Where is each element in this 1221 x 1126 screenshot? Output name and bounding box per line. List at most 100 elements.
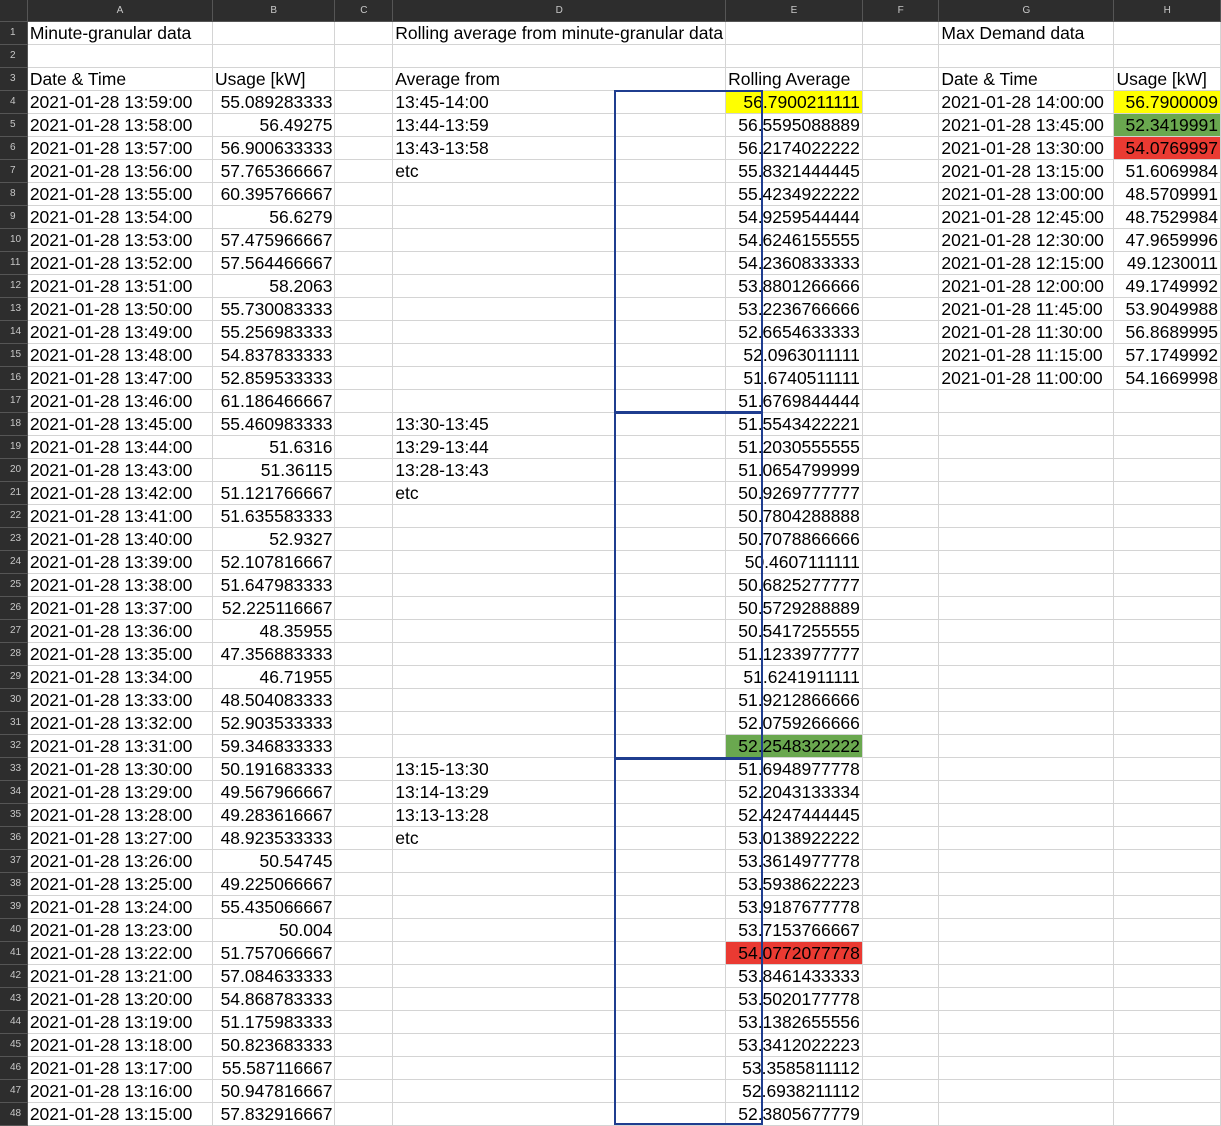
cell-c4[interactable]	[334, 90, 394, 114]
row-header[interactable]: 35	[0, 803, 28, 827]
cell-e46[interactable]: 53.3585811112	[725, 1056, 863, 1080]
cell-b29[interactable]: 46.71955	[212, 665, 336, 689]
cell-a30[interactable]: 2021-01-28 13:33:00	[27, 688, 214, 712]
cell-g48[interactable]	[938, 1102, 1115, 1126]
row-header[interactable]: 34	[0, 780, 28, 804]
cell-h16[interactable]: 54.1669998	[1113, 366, 1221, 390]
cell-e8[interactable]: 55.4234922222	[725, 182, 863, 206]
cell-h17[interactable]	[1113, 389, 1221, 413]
cell-e15[interactable]: 52.0963011111	[725, 343, 863, 367]
cell-g24[interactable]	[938, 550, 1115, 574]
cell-b32[interactable]: 59.346833333	[212, 734, 336, 758]
cell-a31[interactable]: 2021-01-28 13:32:00	[27, 711, 214, 735]
cell-f18[interactable]	[862, 412, 940, 436]
column-header-g[interactable]: G	[938, 0, 1115, 22]
cell-h19[interactable]	[1113, 435, 1221, 459]
cell-f39[interactable]	[862, 895, 940, 919]
cell-e43[interactable]: 53.5020177778	[725, 987, 863, 1011]
row-header[interactable]: 10	[0, 228, 28, 252]
cell-f8[interactable]	[862, 182, 940, 206]
cell-g9[interactable]: 2021-01-28 12:45:00	[938, 205, 1115, 229]
column-header-b[interactable]: B	[212, 0, 336, 22]
cell-g36[interactable]	[938, 826, 1115, 850]
cell-g45[interactable]	[938, 1033, 1115, 1057]
cell-h38[interactable]	[1113, 872, 1221, 896]
cell-c14[interactable]	[334, 320, 394, 344]
row-header[interactable]: 20	[0, 458, 28, 482]
cell-h20[interactable]	[1113, 458, 1221, 482]
cell-e18[interactable]: 51.5543422221	[725, 412, 863, 436]
cell-h24[interactable]	[1113, 550, 1221, 574]
cell-g15[interactable]: 2021-01-28 11:15:00	[938, 343, 1115, 367]
cell-b3[interactable]: Usage [kW]	[212, 67, 336, 91]
cell-d44[interactable]	[392, 1010, 727, 1034]
cell-d19[interactable]: 13:29-13:44	[392, 435, 727, 459]
cell-f26[interactable]	[862, 596, 940, 620]
cell-g22[interactable]	[938, 504, 1115, 528]
cell-d41[interactable]	[392, 941, 727, 965]
cell-f29[interactable]	[862, 665, 940, 689]
cell-e13[interactable]: 53.2236766666	[725, 297, 863, 321]
cell-d39[interactable]	[392, 895, 727, 919]
cell-f11[interactable]	[862, 251, 940, 275]
row-header[interactable]: 28	[0, 642, 28, 666]
cell-d26[interactable]	[392, 596, 727, 620]
cell-e20[interactable]: 51.0654799999	[725, 458, 863, 482]
cell-g2[interactable]	[938, 44, 1115, 68]
row-header[interactable]: 47	[0, 1079, 28, 1103]
cell-f43[interactable]	[862, 987, 940, 1011]
row-header[interactable]: 24	[0, 550, 28, 574]
cell-e35[interactable]: 52.4247444445	[725, 803, 863, 827]
cell-d13[interactable]	[392, 297, 727, 321]
cell-c26[interactable]	[334, 596, 394, 620]
cell-e45[interactable]: 53.3412022223	[725, 1033, 863, 1057]
row-header[interactable]: 4	[0, 90, 28, 114]
cell-c23[interactable]	[334, 527, 394, 551]
row-header[interactable]: 14	[0, 320, 28, 344]
cell-g14[interactable]: 2021-01-28 11:30:00	[938, 320, 1115, 344]
cell-h32[interactable]	[1113, 734, 1221, 758]
cell-b40[interactable]: 50.004	[212, 918, 336, 942]
cell-g26[interactable]	[938, 596, 1115, 620]
cell-c13[interactable]	[334, 297, 394, 321]
cell-c41[interactable]	[334, 941, 394, 965]
cell-a44[interactable]: 2021-01-28 13:19:00	[27, 1010, 214, 1034]
cell-a19[interactable]: 2021-01-28 13:44:00	[27, 435, 214, 459]
cell-h8[interactable]: 48.5709991	[1113, 182, 1221, 206]
cell-e33[interactable]: 51.6948977778	[725, 757, 863, 781]
row-header[interactable]: 8	[0, 182, 28, 206]
cell-c30[interactable]	[334, 688, 394, 712]
cell-e26[interactable]: 50.5729288889	[725, 596, 863, 620]
cell-f33[interactable]	[862, 757, 940, 781]
cell-f31[interactable]	[862, 711, 940, 735]
cell-a36[interactable]: 2021-01-28 13:27:00	[27, 826, 214, 850]
cell-c27[interactable]	[334, 619, 394, 643]
cell-f37[interactable]	[862, 849, 940, 873]
cell-b9[interactable]: 56.6279	[212, 205, 336, 229]
cell-a26[interactable]: 2021-01-28 13:37:00	[27, 596, 214, 620]
cell-a11[interactable]: 2021-01-28 13:52:00	[27, 251, 214, 275]
row-header[interactable]: 11	[0, 251, 28, 275]
cell-d48[interactable]	[392, 1102, 727, 1126]
cell-d38[interactable]	[392, 872, 727, 896]
cell-e19[interactable]: 51.2030555555	[725, 435, 863, 459]
cell-f20[interactable]	[862, 458, 940, 482]
cell-f1[interactable]	[862, 21, 940, 45]
cell-b45[interactable]: 50.823683333	[212, 1033, 336, 1057]
cell-g30[interactable]	[938, 688, 1115, 712]
cell-g46[interactable]	[938, 1056, 1115, 1080]
cell-d10[interactable]	[392, 228, 727, 252]
cell-e3[interactable]: Rolling Average	[725, 67, 863, 91]
cell-g12[interactable]: 2021-01-28 12:00:00	[938, 274, 1115, 298]
cell-c44[interactable]	[334, 1010, 394, 1034]
cell-h28[interactable]	[1113, 642, 1221, 666]
row-header[interactable]: 40	[0, 918, 28, 942]
cell-c7[interactable]	[334, 159, 394, 183]
cell-a46[interactable]: 2021-01-28 13:17:00	[27, 1056, 214, 1080]
row-header[interactable]: 17	[0, 389, 28, 413]
cell-c25[interactable]	[334, 573, 394, 597]
column-header-d[interactable]: D	[392, 0, 727, 22]
cell-a15[interactable]: 2021-01-28 13:48:00	[27, 343, 214, 367]
cell-b1[interactable]	[212, 21, 336, 45]
cell-h14[interactable]: 56.8689995	[1113, 320, 1221, 344]
